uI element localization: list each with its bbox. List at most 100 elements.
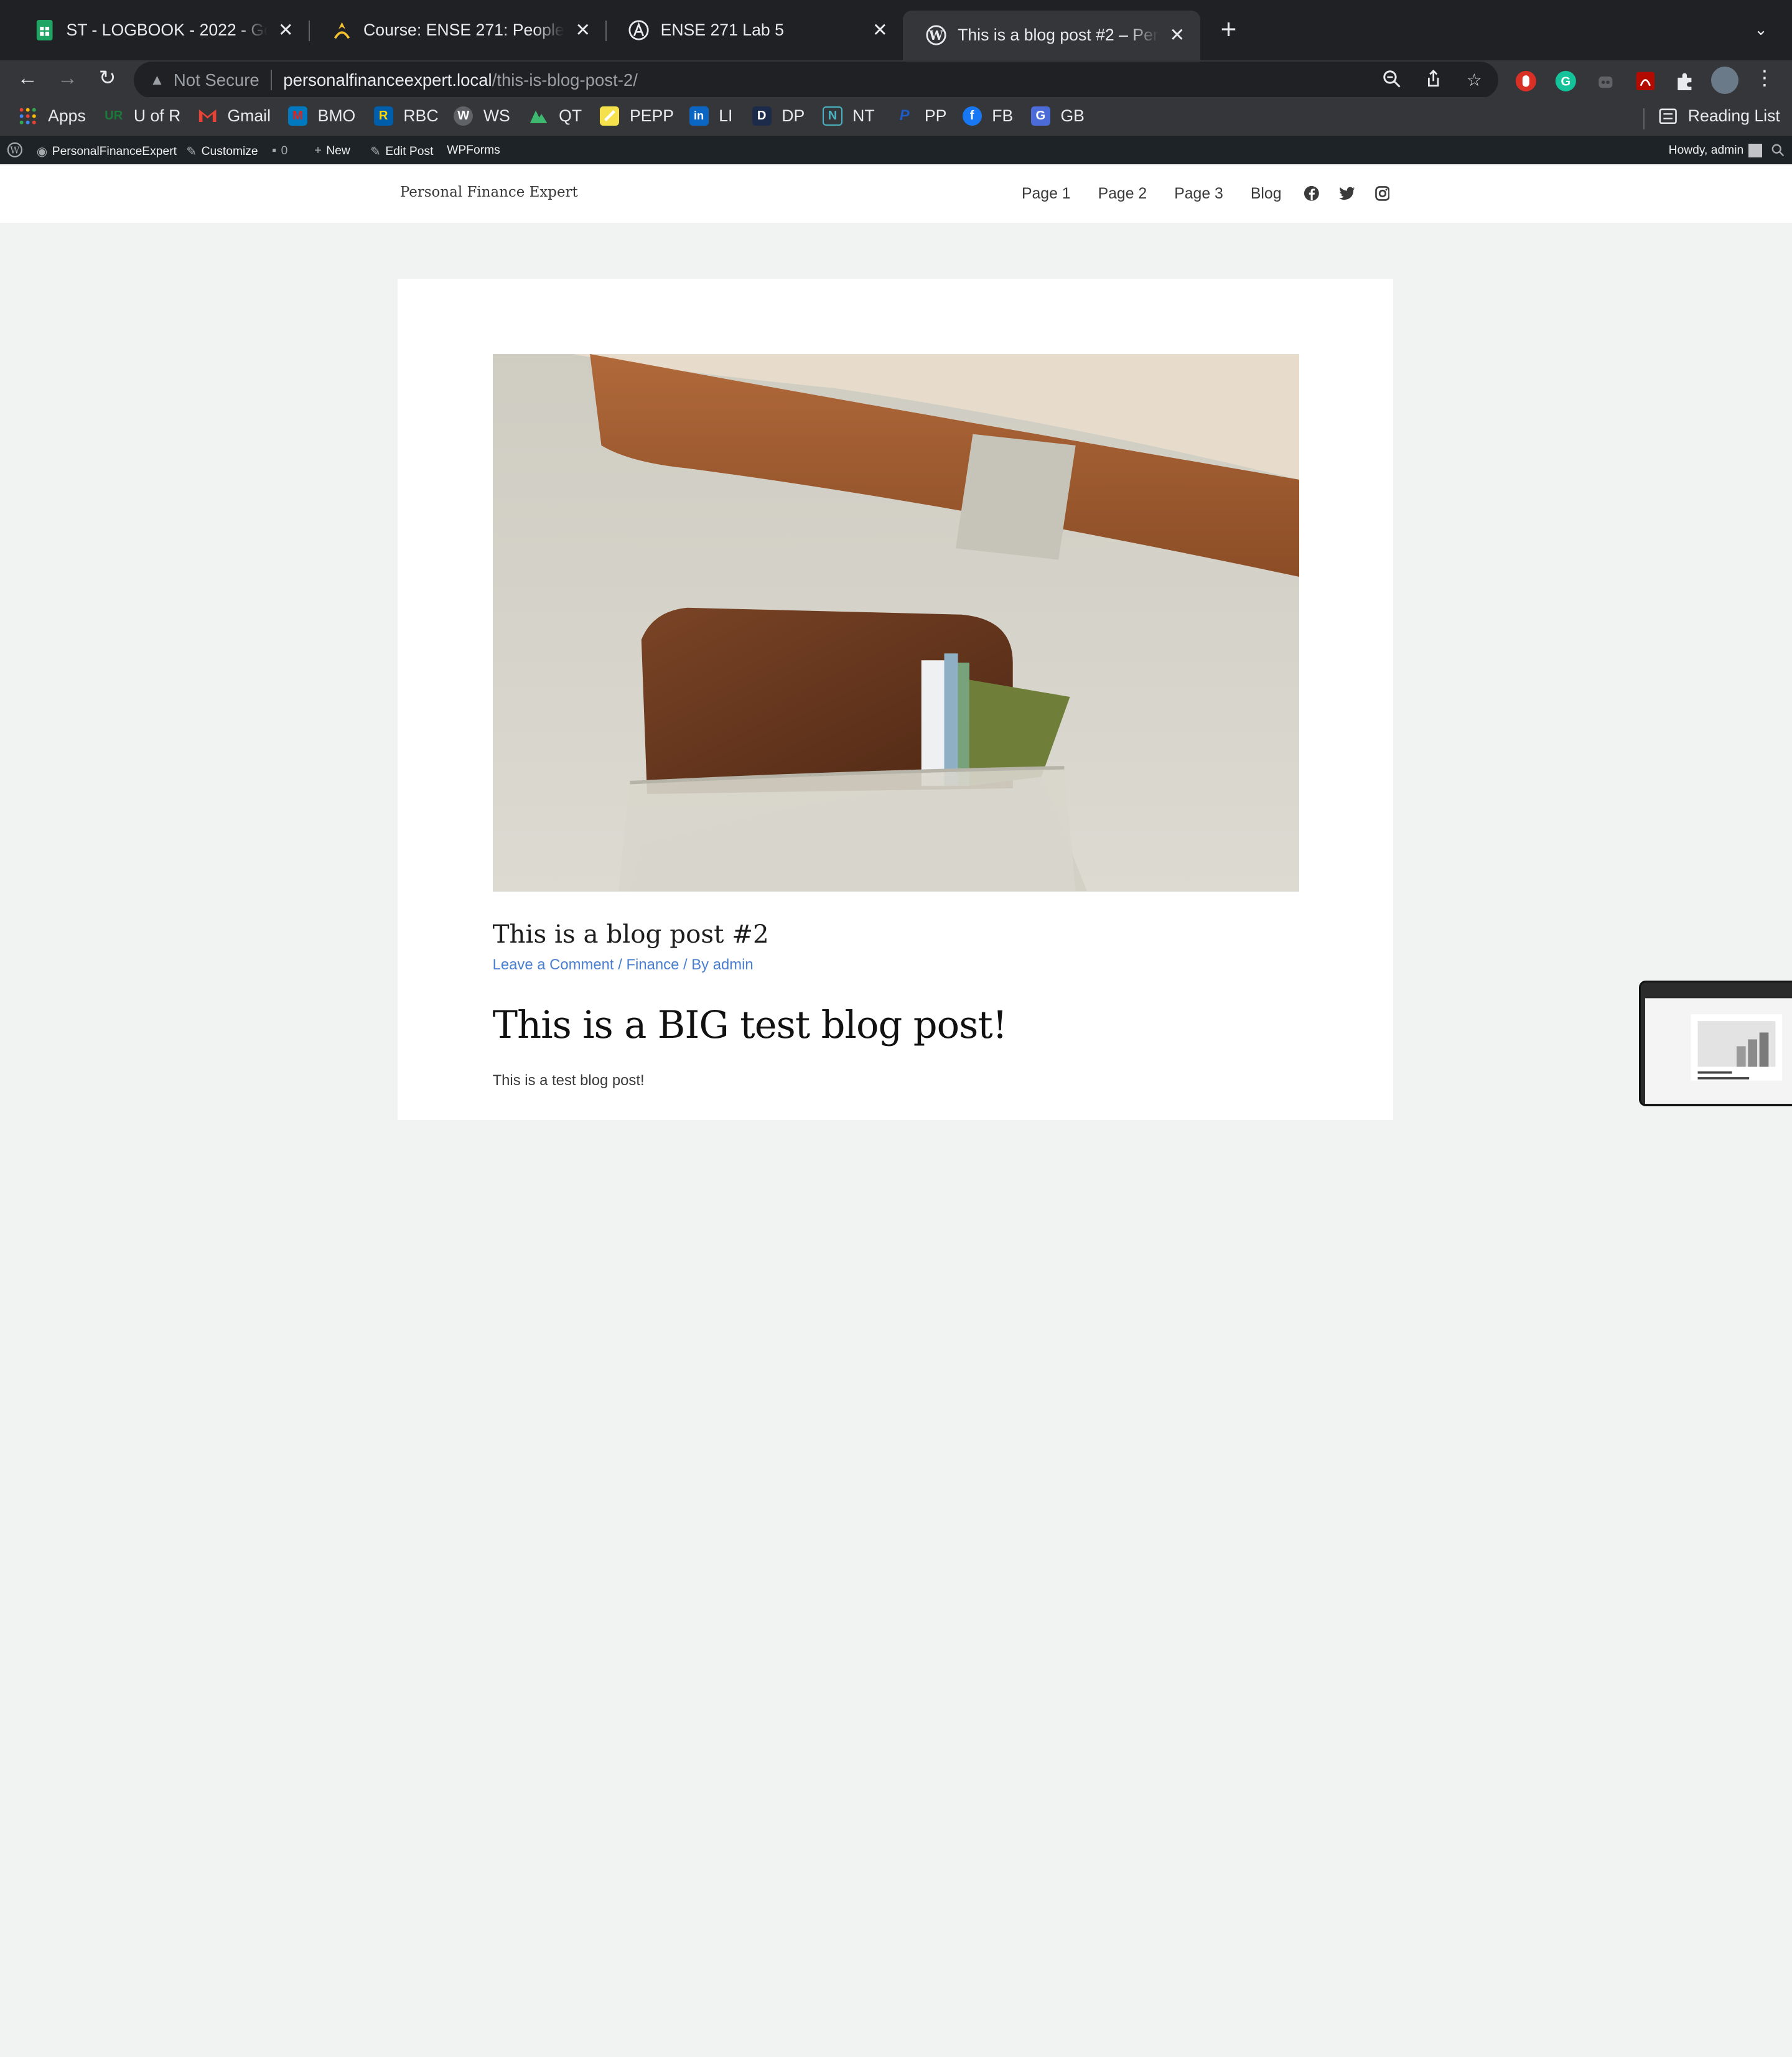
brush-icon: ✎ [186,145,197,159]
close-icon[interactable]: ✕ [276,21,294,39]
tab-search-chevron-icon[interactable]: ⌄ [1754,21,1768,39]
url-path[interactable]: /this-is-blog-post-2/ [492,70,638,90]
url-host[interactable]: personalfinanceexpert.local [283,70,492,90]
address-bar[interactable]: ▲ Not Secure personalfinanceexpert.local… [133,62,1498,98]
forward-arrow-icon[interactable]: → [56,67,79,90]
divider [1643,108,1645,129]
admin-customize-link[interactable]: ✎ Customize [186,144,258,159]
tab-strip: ST - LOGBOOK - 2022 - Google Sheets ✕ Co… [0,0,1792,61]
facebook-icon[interactable] [1303,185,1320,203]
bookmark-pp[interactable]: P PP [895,106,947,126]
bookmark-label: LI [719,106,733,125]
back-arrow-icon[interactable]: ← [16,67,39,90]
bookmark-label: QT [559,106,582,125]
close-icon[interactable]: ✕ [574,21,592,39]
reload-icon[interactable]: ↻ [96,67,119,90]
wordpress-icon: W [926,25,946,45]
reading-list-button[interactable]: Reading List [1658,106,1780,126]
gmail-icon [198,106,217,126]
bookmark-uofr[interactable]: UR U of R [104,106,180,126]
pdf-extension-icon[interactable] [1634,70,1657,93]
admin-account-link[interactable]: Howdy, admin [1668,144,1762,158]
wordpress-logo-icon[interactable]: W [7,142,23,158]
bookmark-pepp[interactable]: PEPP [600,106,674,126]
close-icon[interactable]: ✕ [871,21,889,39]
twitter-icon[interactable] [1338,185,1356,203]
post-title[interactable]: This is a blog post #2 [493,919,769,949]
search-icon[interactable] [1771,144,1785,157]
kebab-menu-icon[interactable]: ⋮ [1753,67,1776,90]
tab-title: Course: ENSE 271: People-Centred Design [363,21,565,40]
nav-item-page-2[interactable]: Page 2 [1098,185,1147,203]
bookmark-gmail[interactable]: Gmail [198,106,271,126]
linkedin-icon: in [689,106,709,126]
admin-site-label: PersonalFinanceExpert [52,144,177,158]
paypal-icon: P [899,107,910,124]
security-label[interactable]: Not Secure [174,70,259,90]
tab-blog-post[interactable]: W This is a blog post #2 – Personal Fina… [902,10,1200,61]
screenshot-preview-thumbnail[interactable] [1638,980,1792,1106]
wp-admin-bar: W ◉ PersonalFinanceExpert ✎ Customize ▪ … [0,137,1792,165]
adblock-extension-icon[interactable] [1514,70,1538,93]
bookmark-qt[interactable]: QT [529,106,582,126]
tab-course[interactable]: Course: ENSE 271: People-Centred Design … [309,9,606,52]
instagram-icon[interactable] [1374,185,1391,203]
meta-separator: / [683,956,692,974]
bookmark-label: GB [1060,106,1085,125]
site-title[interactable]: Personal Finance Expert [400,184,578,200]
nav-item-page-3[interactable]: Page 3 [1174,185,1223,203]
admin-edit-label: Edit Post [385,144,434,158]
reading-list-icon [1658,106,1678,126]
admin-new-link[interactable]: + New [314,144,350,158]
omnibox-actions: ☆ [1382,69,1485,90]
bookmark-rbc[interactable]: R RBC [373,106,439,126]
avatar[interactable] [1710,66,1738,94]
admin-edit-post-link[interactable]: ✎ Edit Post [370,144,433,159]
puzzle-extensions-icon[interactable] [1673,70,1696,93]
bookmark-nt[interactable]: N NT [823,106,875,126]
admin-site-link[interactable]: ◉ PersonalFinanceExpert [37,144,177,159]
apps-grid-icon [18,106,37,126]
grammarly-extension-icon[interactable]: G [1554,70,1577,93]
wallet-photo-illustration [492,354,1300,892]
nav-item-page-1[interactable]: Page 1 [1022,185,1071,203]
tab-title: ENSE 271 Lab 5 [660,21,784,40]
bookmark-bmo[interactable]: M BMO [287,106,356,126]
category-link[interactable]: Finance [626,956,679,973]
bookmark-dp[interactable]: D DP [752,106,805,126]
gb-icon: G [1030,106,1050,126]
bookmark-li[interactable]: in LI [689,106,733,126]
comment-bubble-icon: ▪ [272,144,277,158]
bookmark-star-icon[interactable]: ☆ [1464,70,1485,90]
bookmark-fb[interactable]: f FB [962,106,1013,126]
admin-new-label: New [326,144,350,157]
bookmark-ws[interactable]: W WS [454,106,510,126]
author-link[interactable]: By admin [691,956,753,973]
comments-count: 0 [281,144,288,157]
bookmark-label: WS [483,106,510,125]
sheets-icon [34,20,55,41]
pencil-icon: ✎ [370,145,381,159]
bookmark-apps[interactable]: Apps [18,106,86,126]
warning-triangle-icon[interactable]: ▲ [150,72,165,89]
leave-comment-link[interactable]: Leave a Comment [493,956,614,973]
svg-text:G: G [1561,75,1570,89]
admin-comments-link[interactable]: ▪ 0 [272,144,287,158]
close-icon[interactable]: ✕ [1168,26,1186,44]
tab-lab5[interactable]: ENSE 271 Lab 5 ✕ [605,9,903,52]
bookmark-label: Gmail [227,106,271,125]
share-icon[interactable] [1423,69,1444,90]
admin-wpforms-link[interactable]: WPForms [447,144,500,157]
bookmark-label: BMO [317,106,356,125]
dp-icon: D [752,106,772,126]
avatar [1748,144,1762,158]
tab-title: This is a blog post #2 – Personal Financ… [958,26,1159,45]
bookmark-gb[interactable]: G GB [1030,106,1085,126]
new-tab-button[interactable]: + [1216,16,1241,43]
robot-extension-icon[interactable] [1594,70,1617,93]
admin-howdy-label: Howdy, admin [1668,144,1744,157]
tab-logbook[interactable]: ST - LOGBOOK - 2022 - Google Sheets ✕ [11,9,309,52]
nav-item-blog[interactable]: Blog [1251,185,1282,203]
post-body-text: This is a test blog post! [492,1071,645,1089]
zoom-icon[interactable] [1382,70,1402,90]
